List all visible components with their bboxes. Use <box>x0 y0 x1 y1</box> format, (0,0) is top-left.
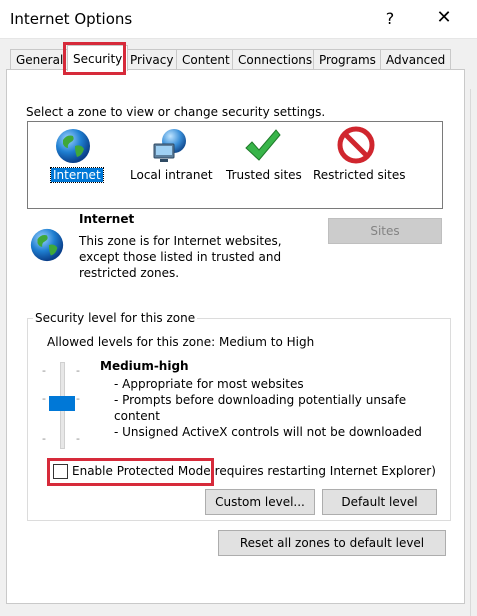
panel-shadow <box>470 89 471 616</box>
zone-restricted-sites-label[interactable]: Restricted sites <box>313 168 405 182</box>
sites-button[interactable]: Sites <box>328 218 442 244</box>
window-title: Internet Options <box>10 10 133 28</box>
help-button[interactable]: ? <box>380 9 400 28</box>
slider-tick: - <box>42 392 46 405</box>
slider-tick: - <box>42 364 46 377</box>
default-level-button[interactable]: Default level <box>322 489 437 515</box>
zone-description-line-1: This zone is for Internet websites, <box>79 234 282 248</box>
security-slider-thumb[interactable] <box>49 396 75 411</box>
title-separator <box>0 38 477 39</box>
slider-tick: - <box>76 364 80 377</box>
protected-mode-highlight <box>47 458 214 486</box>
zone-description-line-2: except those listed in trusted and <box>79 250 282 264</box>
level-bullet-2: - Prompts before downloading potentially… <box>114 393 407 407</box>
slider-tick: - <box>42 432 46 445</box>
slider-tick: - <box>76 432 80 445</box>
tab-programs[interactable]: Programs <box>313 49 382 70</box>
security-level-name: Medium-high <box>100 359 189 373</box>
zone-prompt: Select a zone to view or change security… <box>26 105 326 119</box>
tab-content[interactable]: Content <box>176 49 236 70</box>
globe-icon <box>28 228 66 267</box>
tab-advanced[interactable]: Advanced <box>380 49 452 70</box>
security-tab-highlight <box>63 42 126 75</box>
zone-restricted-sites[interactable] <box>336 126 376 166</box>
zone-local-intranet-label[interactable]: Local intranet <box>130 168 213 182</box>
level-bullet-2-cont: content <box>114 409 160 423</box>
level-bullet-1: - Appropriate for most websites <box>114 377 304 391</box>
tab-privacy[interactable]: Privacy <box>124 49 180 70</box>
close-button[interactable]: ✕ <box>434 7 454 28</box>
globe-icon <box>53 129 93 169</box>
security-level-group-title: Security level for this zone <box>33 311 198 325</box>
network-icon <box>150 129 190 169</box>
allowed-levels-text: Allowed levels for this zone: Medium to … <box>47 335 315 349</box>
tab-general[interactable]: General <box>10 49 70 70</box>
custom-level-button[interactable]: Custom level... <box>205 489 315 515</box>
selected-zone-globe <box>28 226 66 264</box>
protected-mode-note: (requires restarting Internet Explorer) <box>210 464 436 478</box>
zone-local-intranet[interactable] <box>150 126 190 166</box>
zone-internet-label[interactable]: Internet <box>50 167 104 183</box>
no-entry-icon <box>336 126 376 169</box>
checkmark-icon <box>242 129 282 169</box>
zone-description-line-3: restricted zones. <box>79 266 180 280</box>
level-bullet-3: - Unsigned ActiveX controls will not be … <box>114 425 422 439</box>
zone-trusted-sites[interactable] <box>242 126 282 166</box>
selected-zone-name: Internet <box>79 212 135 226</box>
reset-all-zones-button[interactable]: Reset all zones to default level <box>218 530 446 556</box>
zone-trusted-sites-label[interactable]: Trusted sites <box>226 168 302 182</box>
zone-internet[interactable] <box>53 126 93 166</box>
slider-tick: - <box>76 392 80 405</box>
tab-connections[interactable]: Connections <box>232 49 319 70</box>
